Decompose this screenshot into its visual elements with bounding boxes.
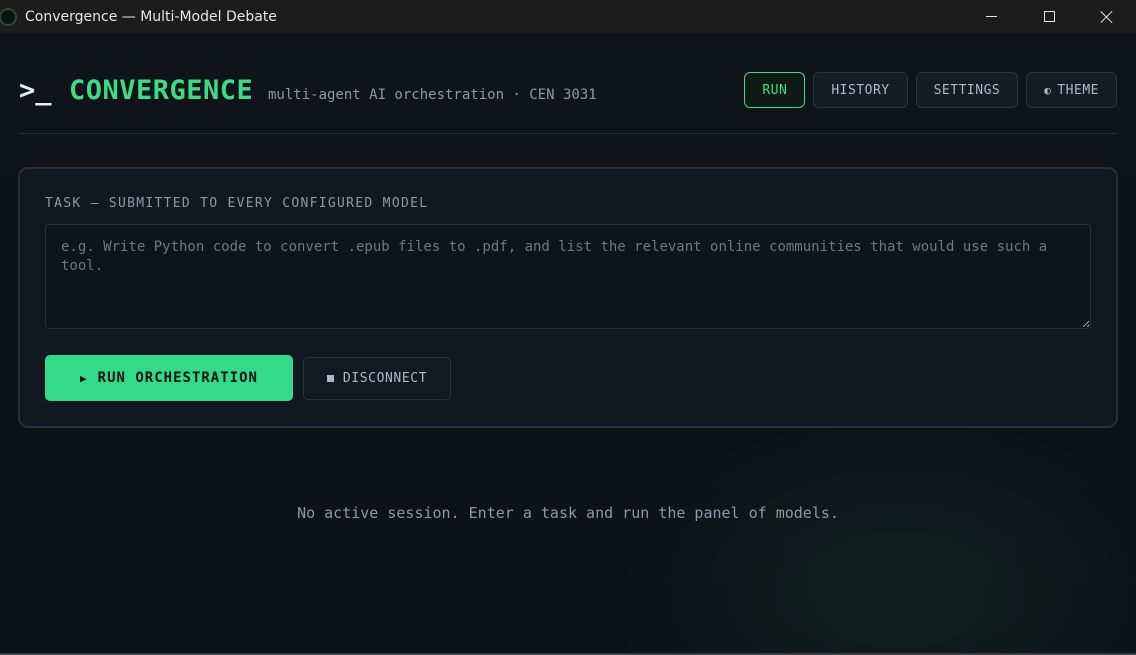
window-title: Convergence — Multi-Model Debate bbox=[25, 8, 277, 25]
empty-state-message: No active session. Enter a task and run … bbox=[297, 504, 839, 522]
disconnect-label: DISCONNECT bbox=[342, 371, 428, 386]
task-panel: TASK — SUBMITTED TO EVERY CONFIGURED MOD… bbox=[18, 167, 1118, 428]
terminal-prompt-icon: >_ bbox=[19, 75, 52, 106]
nav-run-button[interactable]: RUN bbox=[744, 72, 806, 108]
run-orchestration-label: RUN ORCHESTRATION bbox=[97, 370, 258, 386]
nav-theme-label: THEME bbox=[1057, 82, 1099, 98]
disconnect-button[interactable]: DISCONNECT bbox=[303, 357, 451, 400]
play-icon: ▶ bbox=[80, 371, 88, 385]
half-circle-icon: ◐ bbox=[1044, 83, 1052, 97]
minimize-icon bbox=[985, 16, 997, 17]
main-nav: RUN HISTORY SETTINGS ◐ THEME bbox=[744, 72, 1117, 108]
close-icon bbox=[1100, 10, 1114, 24]
window-titlebar: Convergence — Multi-Model Debate bbox=[0, 0, 1136, 33]
brand-logo: CONVERGENCE bbox=[69, 75, 254, 106]
header-divider bbox=[19, 133, 1117, 134]
nav-settings-button[interactable]: SETTINGS bbox=[915, 72, 1019, 108]
app-content: >_ CONVERGENCE multi-agent AI orchestrat… bbox=[0, 33, 1136, 655]
app-subtitle: multi-agent AI orchestration · CEN 3031 bbox=[268, 87, 597, 103]
run-orchestration-button[interactable]: ▶ RUN ORCHESTRATION bbox=[45, 355, 293, 401]
nav-settings-label: SETTINGS bbox=[933, 82, 1001, 98]
window-controls bbox=[962, 0, 1136, 33]
maximize-button[interactable] bbox=[1020, 0, 1078, 33]
nav-run-label: RUN bbox=[762, 82, 788, 98]
minimize-button[interactable] bbox=[962, 0, 1020, 33]
maximize-icon bbox=[1043, 11, 1055, 22]
stop-icon bbox=[326, 375, 334, 382]
nav-history-button[interactable]: HISTORY bbox=[813, 72, 908, 108]
nav-theme-button[interactable]: ◐ THEME bbox=[1026, 72, 1117, 108]
task-input[interactable] bbox=[45, 224, 1091, 329]
task-label: TASK — SUBMITTED TO EVERY CONFIGURED MOD… bbox=[45, 196, 429, 211]
nav-history-label: HISTORY bbox=[831, 82, 890, 98]
close-button[interactable] bbox=[1078, 0, 1136, 33]
app-icon bbox=[0, 7, 17, 26]
